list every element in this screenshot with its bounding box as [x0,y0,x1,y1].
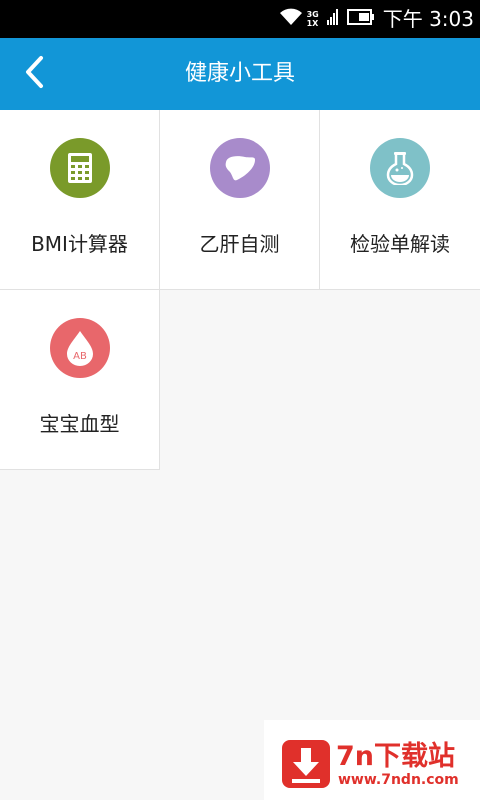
flask-icon [370,138,430,198]
status-time: 下午 3:03 [382,7,474,31]
signal-icon [326,8,339,30]
tool-hepatitis-b-test[interactable]: 乙肝自测 [160,110,320,290]
tool-label: 宝宝血型 [39,412,120,436]
network-type-top: 3G [306,10,319,19]
tool-label: BMI计算器 [31,232,128,256]
download-icon [282,740,330,788]
network-type: 3G 1X [307,10,319,28]
app-header: 健康小工具 [0,38,480,110]
battery-icon [346,8,375,30]
blood-drop-icon: AB [49,318,110,378]
calculator-icon [49,138,110,198]
status-icons: 3G 1X 下午 3:03 [279,0,474,38]
page-title: 健康小工具 [184,61,295,86]
tool-bmi-calculator[interactable]: BMI计算器 [0,110,160,290]
status-bar: 3G 1X 下午 3:03 [0,0,480,38]
liver-icon [209,138,270,198]
network-type-bottom: 1X [306,19,319,28]
blood-type-text: AB [73,351,87,362]
wifi-icon [279,7,303,31]
watermark-url: www.7ndn.com [338,772,459,788]
tool-label: 乙肝自测 [199,232,280,256]
watermark-title: 7n下载站 [336,741,456,772]
tool-lab-report-reading[interactable]: 检验单解读 [320,110,480,290]
tool-baby-blood-type[interactable]: AB 宝宝血型 [0,290,160,470]
watermark: 7n下载站 www.7ndn.com [264,720,480,800]
tool-label: 检验单解读 [350,232,450,256]
